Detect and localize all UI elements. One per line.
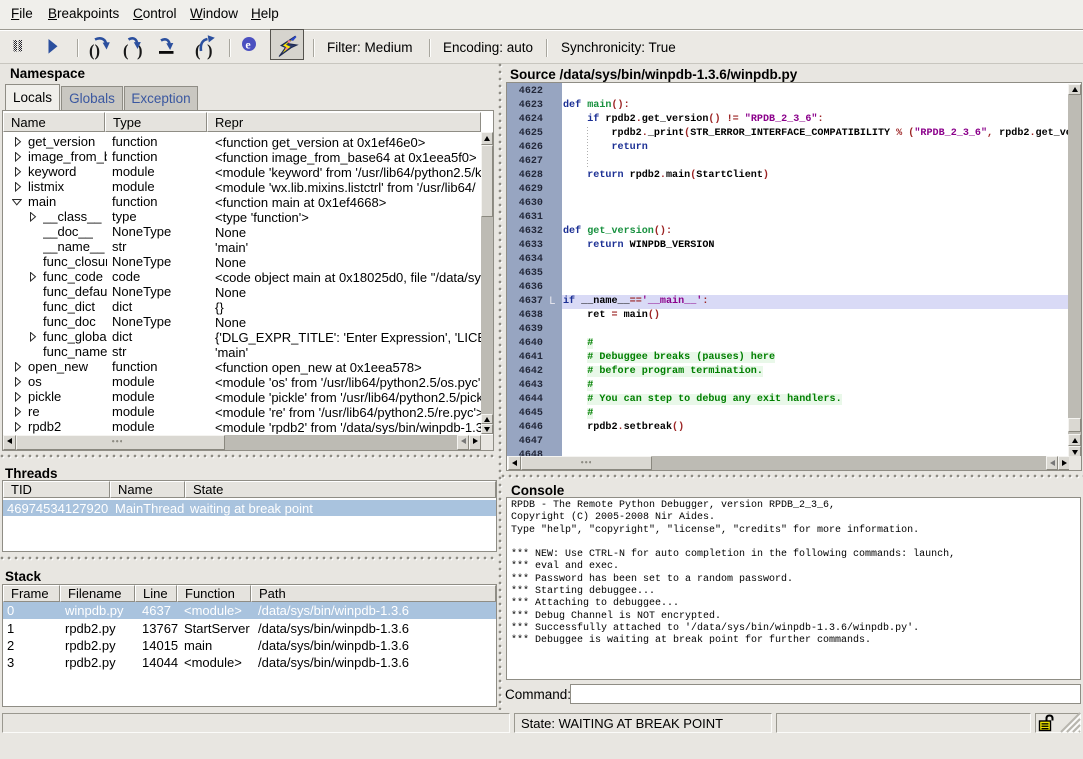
svg-text:(: ( [123, 41, 129, 60]
svg-text:e: e [245, 38, 251, 52]
svg-text:(): () [89, 41, 100, 60]
svg-text:): ) [207, 41, 213, 60]
